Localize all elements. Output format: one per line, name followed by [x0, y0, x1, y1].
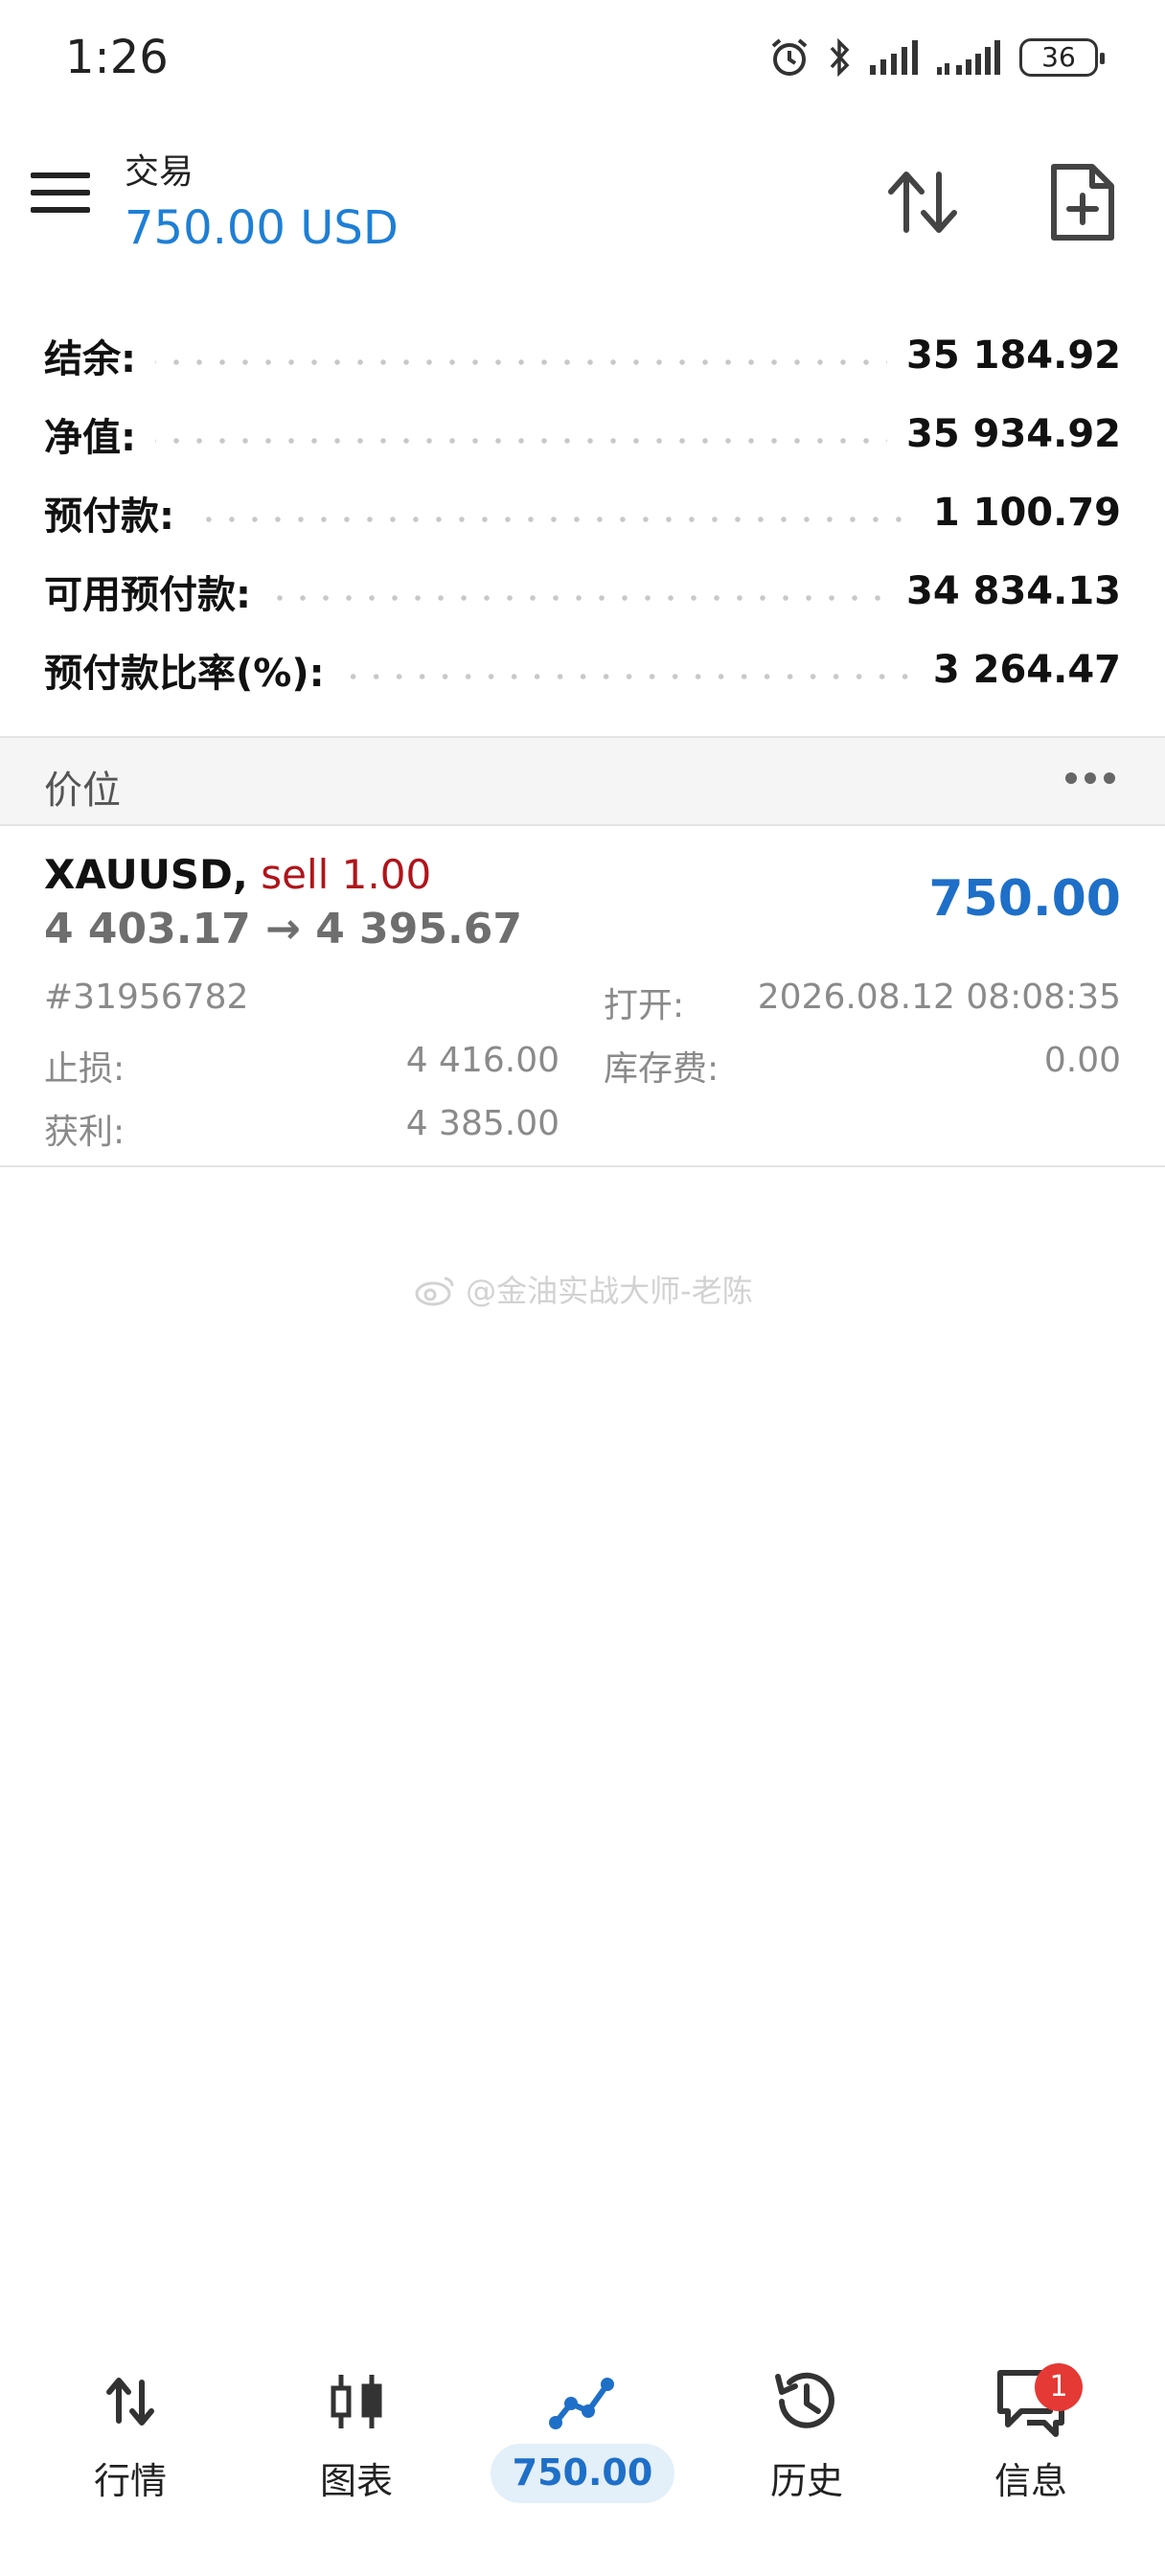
summary-label: 可用预付款:	[44, 573, 251, 617]
status-icons: 36	[768, 34, 1105, 80]
bluetooth-icon	[830, 37, 850, 78]
position-side: sell 1.00	[261, 851, 432, 898]
summary-row-equity: 净值: 35 934.92	[0, 395, 1165, 473]
quotes-icon	[106, 2378, 154, 2426]
tab-messages[interactable]: 信息	[935, 2344, 1127, 2536]
battery-indicator: 36	[1019, 38, 1105, 77]
stop-loss-label: 止损:	[44, 1049, 126, 1089]
open-time-label: 打开:	[604, 986, 685, 1025]
summary-label: 净值:	[44, 416, 136, 460]
app-header: 交易 750.00 USD	[0, 134, 1165, 268]
history-icon	[775, 2372, 834, 2428]
tab-history[interactable]: 历史	[711, 2344, 902, 2536]
page-title: 交易	[125, 152, 194, 192]
position-profit: 750.00	[928, 870, 1121, 928]
position-symbol: XAUUSD,	[44, 851, 248, 898]
tab-chart[interactable]: 图表	[261, 2344, 452, 2536]
dotted-leader	[270, 595, 888, 601]
watermark-text: @金油实战大师-老陈	[466, 1273, 753, 1309]
chart-icon	[331, 2375, 382, 2428]
tab-quotes[interactable]: 行情	[34, 2344, 226, 2536]
summary-value: 3 264.47	[932, 648, 1121, 692]
summary-label: 预付款比率(%):	[44, 652, 325, 696]
status-time: 1:26	[65, 31, 169, 84]
summary-label: 结余:	[44, 337, 136, 381]
menu-icon[interactable]	[31, 172, 90, 220]
summary-value: 1 100.79	[932, 491, 1121, 535]
summary-row-margin-level: 预付款比率(%): 3 264.47	[0, 631, 1165, 709]
tab-trade[interactable]: 750.00	[487, 2344, 678, 2536]
open-time-value: 2026.08.12 08:08:35	[757, 978, 1121, 1017]
new-order-icon[interactable]	[1044, 161, 1121, 243]
alarm-icon	[771, 38, 808, 76]
stop-loss-value: 4 416.00	[405, 1041, 560, 1080]
header-profit: 750.00 USD	[125, 201, 399, 255]
swap-label: 库存费:	[604, 1049, 720, 1089]
summary-row-balance: 结余: 35 184.92	[0, 316, 1165, 395]
position-prices: 4 403.17 → 4 395.67	[44, 905, 522, 954]
swap-value: 0.00	[1043, 1041, 1121, 1080]
tab-label: 图表	[319, 2460, 393, 2502]
take-profit-value: 4 385.00	[405, 1104, 560, 1143]
dotted-leader	[194, 517, 914, 522]
summary-value: 34 834.13	[906, 569, 1121, 613]
sort-icon[interactable]	[881, 161, 964, 243]
summary-row-free-margin: 可用预付款: 34 834.13	[0, 552, 1165, 631]
dotted-leader	[155, 359, 888, 365]
status-bar: 1:26 36	[0, 0, 1165, 115]
signal-icon	[937, 40, 1000, 75]
summary-value: 35 934.92	[906, 412, 1121, 456]
trade-icon	[549, 2378, 614, 2429]
positions-section-header: 价位	[0, 736, 1165, 826]
tab-label: 750.00	[512, 2451, 653, 2494]
summary-label: 预付款:	[44, 494, 174, 539]
section-title: 价位	[44, 769, 121, 813]
tab-label: 信息	[994, 2460, 1067, 2502]
summary-row-margin: 预付款: 1 100.79	[0, 473, 1165, 552]
tab-label: 历史	[769, 2460, 843, 2502]
bottom-nav: 行情 图表 750.00 历史 信息 1	[0, 2344, 1165, 2576]
summary-value: 35 184.92	[906, 334, 1121, 378]
position-header: XAUUSD, sell 1.00	[44, 851, 431, 898]
more-options-icon[interactable]	[1065, 772, 1115, 784]
signal-icon	[870, 40, 918, 75]
position-ticket: #31956782	[44, 978, 249, 1017]
position-item[interactable]: XAUUSD, sell 1.00 4 403.17 → 4 395.67 75…	[0, 826, 1165, 1167]
notification-badge: 1	[1035, 2363, 1083, 2411]
dotted-leader	[155, 438, 888, 444]
watermark: @金油实战大师-老陈	[414, 1267, 753, 1311]
weibo-icon	[415, 1276, 454, 1306]
trade-screen: 1:26 36 交易 750.00 USD 结余: 35 184.92 净值: …	[0, 0, 1165, 2576]
account-summary: 结余: 35 184.92 净值: 35 934.92 预付款: 1 100.7…	[0, 316, 1165, 709]
dotted-leader	[343, 674, 914, 679]
tab-label: 行情	[93, 2460, 167, 2502]
take-profit-label: 获利:	[44, 1113, 126, 1152]
